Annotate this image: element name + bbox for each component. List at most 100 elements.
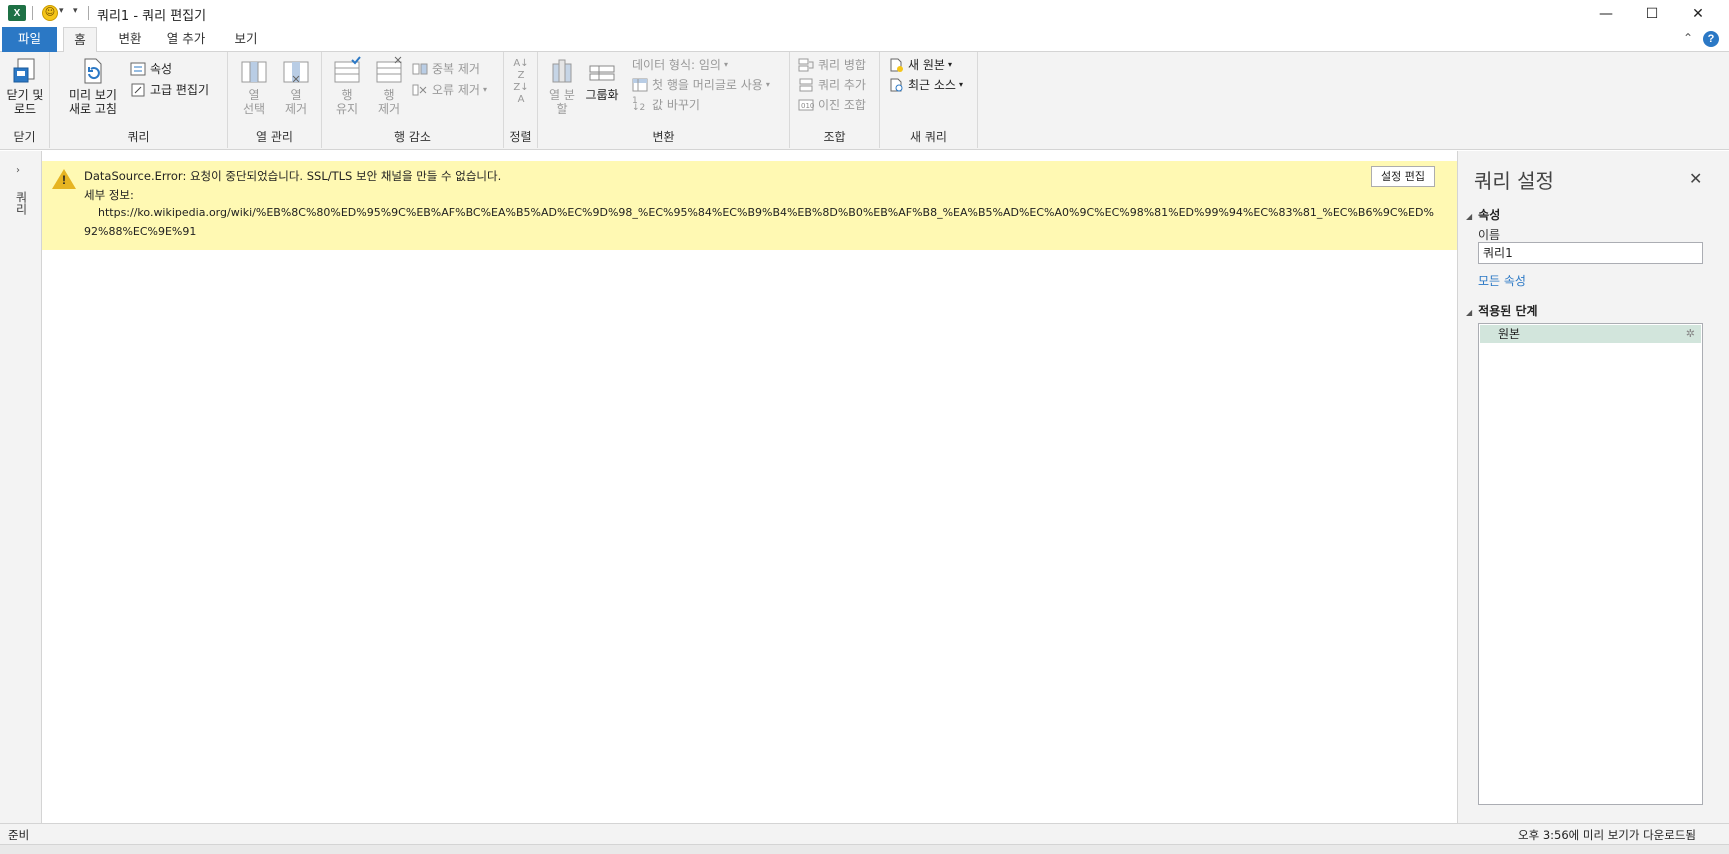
window-title: 쿼리1 - 쿼리 편집기 xyxy=(97,9,207,24)
tab-transform[interactable]: 변환 xyxy=(108,27,152,52)
close-load-label: 닫기 및 로드 xyxy=(6,88,44,116)
status-preview-downloaded: 오후 3:56에 미리 보기가 다운로드됨 xyxy=(1518,828,1696,842)
dropdown-arrow-icon: ▾ xyxy=(482,85,487,94)
replace-values-label: 값 바꾸기 xyxy=(652,98,700,112)
sort-descending-icon: Z↓ A xyxy=(513,82,529,105)
append-queries-icon xyxy=(798,78,814,92)
group-sort: A↓ Z Z↓ A 정렬 xyxy=(504,52,538,148)
tab-file[interactable]: 파일 xyxy=(2,27,57,52)
append-queries-button[interactable]: 쿼리 추가 xyxy=(798,76,866,94)
tab-add-column[interactable]: 열 추가 xyxy=(160,27,212,52)
advanced-editor-icon xyxy=(130,83,146,97)
tab-home[interactable]: 홈 xyxy=(63,27,97,53)
remove-rows-button[interactable]: 행 제거 xyxy=(370,56,408,116)
excel-app-icon[interactable]: X xyxy=(8,5,26,21)
sort-ascending-button[interactable]: A↓ Z xyxy=(512,58,530,82)
customize-quick-access-icon[interactable]: ▾ xyxy=(73,6,78,16)
group-combine-label: 조합 xyxy=(823,130,846,144)
query-settings-pane: 쿼리 설정 ✕ ◢ 속성 이름 쿼리1 모든 속성 ◢ 적용된 단계 원본 ✲ xyxy=(1457,151,1729,823)
queries-pane-label[interactable]: 쿼리 xyxy=(13,191,30,215)
close-and-load-button[interactable]: 닫기 및 로드 xyxy=(4,56,46,116)
smiley-feedback-icon[interactable]: ☺ xyxy=(42,5,58,21)
advanced-editor-button[interactable]: 고급 편집기 xyxy=(130,81,209,99)
status-bar: 준비 오후 3:56에 미리 보기가 다운로드됨 xyxy=(0,823,1729,844)
all-properties-link[interactable]: 모든 속성 xyxy=(1478,272,1526,289)
smiley-dropdown-icon[interactable]: ▾ xyxy=(59,6,64,16)
edit-settings-button[interactable]: 설정 편집 xyxy=(1371,166,1435,187)
expand-queries-pane-icon[interactable]: › xyxy=(16,165,20,176)
dropdown-arrow-icon: ▾ xyxy=(723,60,728,69)
sort-descending-button[interactable]: Z↓ A xyxy=(512,82,530,106)
title-bar: X ☺ ▾ ▾ 쿼리1 - 쿼리 편집기 — ☐ ✕ xyxy=(0,0,1729,27)
append-queries-label: 쿼리 추가 xyxy=(818,78,866,92)
properties-section-label: 속성 xyxy=(1478,208,1501,222)
applied-step-source[interactable]: 원본 ✲ xyxy=(1480,325,1701,343)
recent-sources-icon xyxy=(888,78,904,92)
close-window-button[interactable]: ✕ xyxy=(1675,0,1721,27)
split-column-label: 열 분할 xyxy=(549,88,575,116)
properties-button[interactable]: 속성 xyxy=(130,60,172,78)
new-source-button[interactable]: 새 원본 ▾ xyxy=(888,56,952,74)
error-url-line2: 92%88%EC%9E%91 xyxy=(84,225,197,238)
dropdown-arrow-icon: ▾ xyxy=(958,80,963,89)
minimize-button[interactable]: — xyxy=(1583,0,1629,27)
split-column-button[interactable]: 열 분할 xyxy=(544,56,580,116)
choose-columns-icon xyxy=(239,56,269,86)
keep-rows-button[interactable]: 행 유지 xyxy=(328,56,366,116)
refresh-preview-button[interactable]: 미리 보기 새로 고침 xyxy=(64,56,120,116)
remove-errors-button[interactable]: 오류 제거 ▾ xyxy=(412,81,487,99)
ribbon-tabs: 파일 홈 변환 열 추가 보기 xyxy=(0,27,1729,53)
group-reduce-rows-label: 행 감소 xyxy=(394,130,431,144)
use-first-row-label: 첫 행을 머리글로 사용 xyxy=(652,78,763,92)
close-load-icon xyxy=(10,56,40,86)
group-by-label: 그룹화 xyxy=(585,88,619,102)
help-icon[interactable]: ? xyxy=(1703,31,1719,47)
merge-queries-icon xyxy=(798,58,814,72)
step-settings-gear-icon[interactable]: ✲ xyxy=(1686,325,1695,343)
applied-step-label: 원본 xyxy=(1498,327,1521,341)
collapse-triangle-icon: ◢ xyxy=(1466,308,1473,317)
remove-rows-label: 행 제거 xyxy=(377,88,401,116)
collapse-triangle-icon: ◢ xyxy=(1466,212,1473,221)
combine-binaries-button[interactable]: 010 이진 조합 xyxy=(798,96,866,114)
name-label: 이름 xyxy=(1478,228,1501,242)
new-source-icon xyxy=(888,58,904,72)
tab-view[interactable]: 보기 xyxy=(226,27,266,52)
collapse-ribbon-icon[interactable]: ⌃ xyxy=(1683,31,1693,45)
query-settings-title: 쿼리 설정 xyxy=(1474,169,1554,193)
data-type-dropdown[interactable]: 데이터 형식: 임의 ▾ xyxy=(632,56,728,74)
data-type-label: 데이터 형식: 임의 xyxy=(632,58,721,72)
close-settings-icon[interactable]: ✕ xyxy=(1689,169,1702,188)
group-new-query: 새 원본 ▾ 최근 소스 ▾ 새 쿼리 xyxy=(880,52,978,148)
dropdown-arrow-icon: ▾ xyxy=(947,60,952,69)
merge-queries-button[interactable]: 쿼리 병합 xyxy=(798,56,866,74)
refresh-preview-label: 미리 보기 새로 고침 xyxy=(69,88,117,116)
properties-section-header[interactable]: ◢ 속성 xyxy=(1466,206,1500,223)
group-sort-label: 정렬 xyxy=(509,130,532,144)
group-by-icon xyxy=(587,56,617,86)
remove-columns-label: 열 제거 xyxy=(284,88,308,116)
remove-duplicates-icon xyxy=(412,62,428,76)
separator xyxy=(88,6,89,20)
dropdown-arrow-icon: ▾ xyxy=(765,80,770,89)
remove-columns-button[interactable]: 열 제거 xyxy=(276,56,316,116)
maximize-button[interactable]: ☐ xyxy=(1629,0,1675,27)
group-combine: 쿼리 병합 쿼리 추가 010 이진 조합 조합 xyxy=(790,52,880,148)
recent-sources-button[interactable]: 최근 소스 ▾ xyxy=(888,76,963,94)
replace-values-button[interactable]: 1 ↓2 값 바꾸기 xyxy=(632,96,700,114)
recent-sources-label: 최근 소스 xyxy=(908,78,956,92)
remove-duplicates-label: 중복 제거 xyxy=(432,62,480,76)
choose-columns-button[interactable]: 열 선택 xyxy=(234,56,274,116)
split-column-icon xyxy=(547,56,577,86)
group-by-button[interactable]: 그룹화 xyxy=(582,56,622,102)
choose-columns-label: 열 선택 xyxy=(242,88,266,116)
query-name-input[interactable]: 쿼리1 xyxy=(1478,242,1703,264)
group-query: 미리 보기 새로 고침 속성 고급 편집기 쿼리 xyxy=(50,52,228,148)
applied-steps-section-header[interactable]: ◢ 적용된 단계 xyxy=(1466,302,1538,319)
use-first-row-button[interactable]: 첫 행을 머리글로 사용 ▾ xyxy=(632,76,770,94)
group-query-label: 쿼리 xyxy=(127,130,150,144)
group-new-query-label: 새 쿼리 xyxy=(910,130,947,144)
error-message: DataSource.Error: 요청이 중단되었습니다. SSL/TLS 보… xyxy=(84,169,502,183)
group-manage-columns-label: 열 관리 xyxy=(256,130,293,144)
remove-duplicates-button[interactable]: 중복 제거 xyxy=(412,60,480,78)
